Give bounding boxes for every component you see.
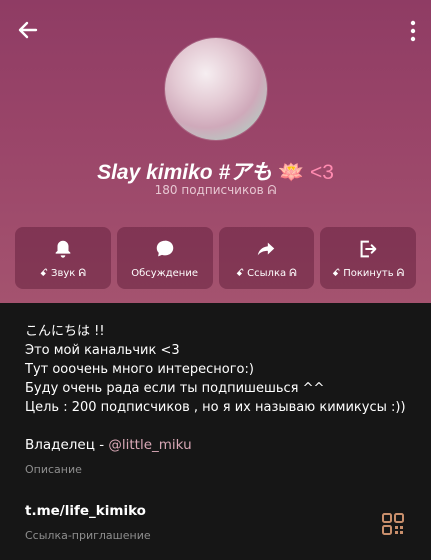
channel-avatar[interactable] (165, 38, 267, 140)
channel-name-suffix: <3 (309, 161, 334, 184)
action-bar: ꗃ Звук ᕱ Обсуждение ꗃ Ссылка ᕱ ꗃ Покинут… (15, 227, 416, 289)
owner-prefix: Владелец - (25, 437, 109, 453)
chat-bubble-icon (156, 240, 173, 256)
channel-description: こんにちは !! Это мой канальчик <3 Тут ооочен… (25, 324, 406, 415)
share-arrow-icon (258, 242, 275, 255)
invite-link-label: Ссылка-приглашение (25, 529, 151, 542)
mute-button[interactable]: ꗃ Звук ᕱ (15, 227, 111, 289)
leave-label: ꗃ Покинуть ᕱ (332, 267, 405, 279)
discussion-button[interactable]: Обсуждение (116, 227, 213, 289)
owner-link[interactable]: @little_miku (108, 437, 191, 453)
share-label: ꗃ Ссылка ᕱ (236, 267, 297, 279)
description-label: Описание (25, 463, 82, 476)
invite-link[interactable]: t.me/life_kimiko (25, 503, 146, 519)
subscriber-count: 180 подписчиков ᕱ (154, 183, 277, 197)
leave-icon (360, 240, 377, 257)
leave-button[interactable]: ꗃ Покинуть ᕱ (320, 227, 416, 289)
discussion-label: Обсуждение (131, 267, 198, 279)
lotus-emoji: 🪷 (277, 161, 305, 184)
channel-name: Slay kimiko #アも (97, 161, 273, 184)
owner-line: Владелец - @little_miku (25, 437, 192, 453)
bell-icon (55, 240, 71, 258)
qr-code-icon[interactable] (382, 513, 404, 535)
channel-title: Slay kimiko #アも 🪷 <3 (0, 156, 431, 186)
more-vert-icon[interactable] (409, 20, 417, 42)
share-button[interactable]: ꗃ Ссылка ᕱ (218, 227, 315, 289)
back-arrow-icon[interactable] (16, 18, 40, 42)
mute-label: ꗃ Звук ᕱ (39, 267, 86, 279)
